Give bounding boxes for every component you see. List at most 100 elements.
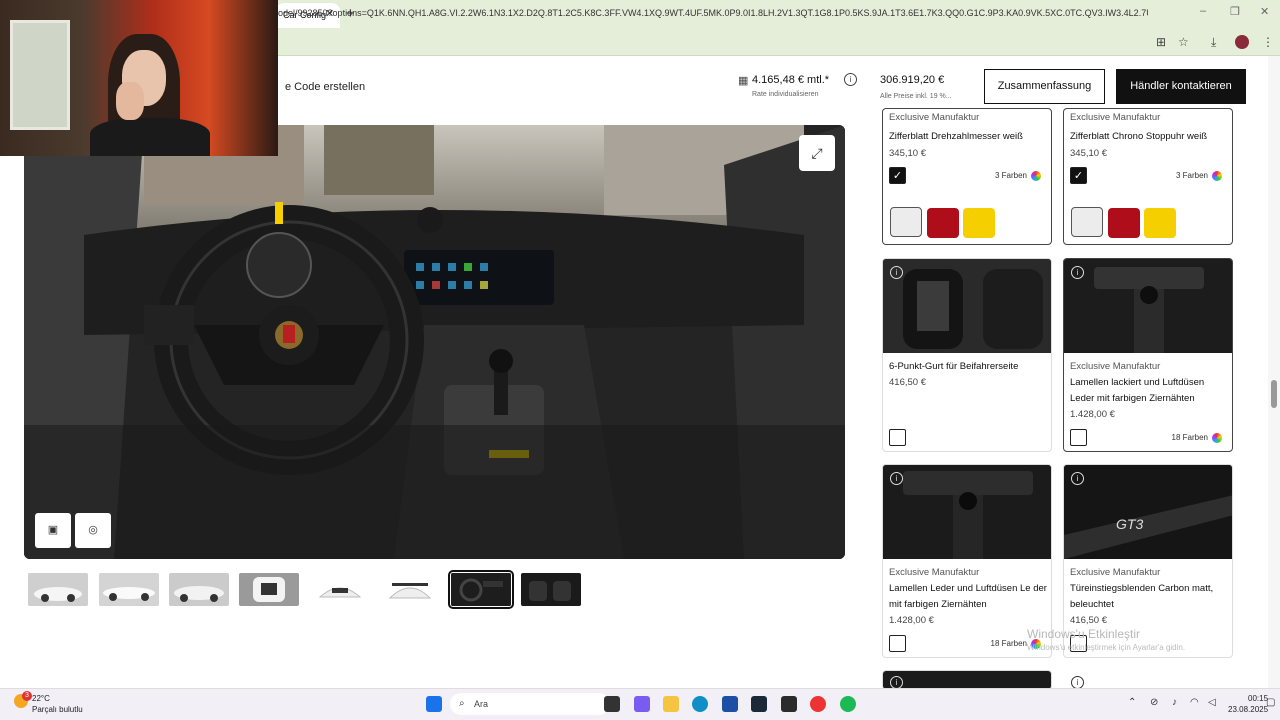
calculator-icon: ▦ — [738, 75, 749, 87]
weather-widget[interactable]: 22°C Parçalı bulutlu — [32, 693, 83, 715]
info-icon[interactable]: i — [844, 73, 857, 86]
swatch-white[interactable] — [1071, 207, 1103, 237]
task-view-icon[interactable] — [604, 696, 620, 712]
card-checkbox[interactable] — [1070, 429, 1087, 446]
color-count[interactable]: 18 Farben — [1172, 433, 1222, 443]
create-code-link[interactable]: e Code erstellen — [285, 81, 365, 93]
card-checkbox[interactable] — [889, 635, 906, 652]
card-checkbox[interactable] — [889, 429, 906, 446]
card-image — [1064, 259, 1232, 353]
card-title: Türeinstiegsblenden Carbon matt, beleuch… — [1070, 583, 1214, 610]
price-note: Alle Preise inkl. 19 %... — [880, 93, 952, 100]
card-image — [883, 259, 1051, 353]
color-wheel-icon — [1031, 171, 1041, 181]
card-category: Exclusive Manufaktur — [1070, 112, 1161, 123]
swatch-yellow[interactable] — [1144, 208, 1176, 238]
card-title: Lamellen lackiert und Luftdüsen Leder mi… — [1070, 377, 1205, 404]
thumbnail-8[interactable] — [521, 573, 581, 606]
card-title: Zifferblatt Chrono Stoppuhr weiß — [1070, 131, 1208, 142]
card-info-icon[interactable]: i — [890, 266, 903, 279]
monthly-rate: 4.165,48 € mtl.* — [752, 74, 830, 86]
card-category: Exclusive Manufaktur — [889, 112, 980, 123]
option-card-harness[interactable]: i 6-Punkt-Gurt für Beifahrerseite 416,50… — [882, 258, 1052, 452]
card-price: 1.428,00 € — [1070, 409, 1115, 420]
thumbnail-7-selected[interactable] — [448, 570, 514, 609]
tray-mic-icon[interactable]: ♪ — [1172, 697, 1177, 708]
summary-button[interactable]: Zusammenfassung — [984, 69, 1105, 104]
thumbnail-5[interactable] — [310, 573, 370, 606]
contact-dealer-button[interactable]: Händler kontaktieren — [1116, 69, 1246, 104]
interior-image — [24, 125, 845, 559]
window-close-icon[interactable]: ✕ — [1260, 5, 1269, 18]
activation-watermark-sub: Windows'u etkinleştirmek için Ayarlar'a … — [1027, 643, 1186, 652]
thumbnail-2[interactable] — [99, 573, 159, 606]
maximize-icon[interactable]: ❐ — [1230, 5, 1240, 18]
thumbnail-1[interactable] — [28, 573, 88, 606]
color-count[interactable]: 3 Farben — [995, 171, 1041, 181]
swatch-yellow[interactable] — [963, 208, 995, 238]
card-image: GT3 — [1064, 465, 1232, 559]
notification-icon[interactable]: ▢ — [1266, 697, 1275, 708]
card-info-icon[interactable]: i — [1071, 472, 1084, 485]
steam-icon[interactable] — [751, 696, 767, 712]
download-icon[interactable]: ⤓ — [1211, 35, 1216, 50]
edge-icon[interactable] — [692, 696, 708, 712]
card-price: 416,50 € — [889, 377, 926, 388]
tray-network-icon[interactable]: ⊘ — [1150, 697, 1158, 708]
spotify-icon[interactable] — [840, 696, 856, 712]
thumbnail-3[interactable] — [169, 573, 229, 606]
option-card-vents-painted[interactable]: i Exclusive Manufaktur Lamellen lackiert… — [1063, 258, 1233, 452]
card-checkbox-checked[interactable]: ✓ — [1070, 167, 1087, 184]
windows-start-icon[interactable] — [426, 696, 442, 712]
profile-avatar[interactable] — [1235, 35, 1249, 49]
chrome-icon[interactable] — [810, 696, 826, 712]
card-price: 345,10 € — [1070, 148, 1107, 159]
card-info-icon[interactable]: i — [1071, 266, 1084, 279]
camera-view-button[interactable]: ◎ — [75, 513, 111, 548]
color-wheel-icon — [1212, 433, 1222, 443]
swatch-white[interactable] — [890, 207, 922, 237]
card-category: Exclusive Manufaktur — [1070, 567, 1161, 578]
page-scrollbar[interactable] — [1268, 56, 1280, 688]
tray-wifi-icon[interactable]: ◠ — [1190, 697, 1199, 708]
tray-volume-icon[interactable]: ◁ — [1208, 697, 1216, 708]
system-clock[interactable]: 00:15 23.08.2025 — [1228, 693, 1268, 715]
option-card-next-2[interactable]: i — [1063, 670, 1233, 690]
webcam-overlay — [0, 0, 278, 156]
store-icon[interactable] — [722, 696, 738, 712]
rate-customize-link[interactable]: Rate individualisieren — [752, 91, 819, 98]
file-explorer-icon[interactable] — [663, 696, 679, 712]
swatch-red[interactable] — [1108, 208, 1140, 238]
thumbnail-4[interactable] — [239, 573, 299, 606]
fullscreen-button[interactable]: ⤢ — [799, 135, 835, 171]
screen: Car Config ✕ + – ❐ ✕ odel/992850?options… — [0, 0, 1280, 720]
url-field[interactable]: odel/992850?options=Q1K.6NN.QH1.A8G.VI.2… — [278, 8, 1148, 18]
card-title: Zifferblatt Drehzahlmesser weiß — [889, 131, 1023, 142]
bookmark-star-icon[interactable]: ☆ — [1178, 35, 1189, 49]
translate-icon[interactable]: ⊞ — [1156, 35, 1166, 49]
option-card-tach-dial[interactable]: Exclusive Manufaktur Zifferblatt Drehzah… — [882, 108, 1052, 245]
tray-chevron-icon[interactable]: ⌃ — [1128, 697, 1136, 708]
exterior-view-button[interactable]: ▣ — [35, 513, 71, 548]
card-image — [883, 465, 1051, 559]
taskbar-search[interactable]: Ara — [450, 693, 610, 715]
notification-badge: 3 — [22, 691, 32, 701]
page-scrollbar-thumb[interactable] — [1271, 380, 1277, 408]
obs-icon[interactable] — [781, 696, 797, 712]
card-category: Exclusive Manufaktur — [1070, 361, 1161, 372]
card-title: Lamellen Leder und Luftdüsen Le der mit … — [889, 583, 1047, 610]
thumbnail-6[interactable] — [380, 573, 440, 606]
card-title: 6-Punkt-Gurt für Beifahrerseite — [889, 361, 1019, 372]
option-card-chrono-dial[interactable]: Exclusive Manufaktur Zifferblatt Chrono … — [1063, 108, 1233, 245]
card-info-icon[interactable]: i — [890, 472, 903, 485]
activation-watermark-title: Windows'u Etkinleştir — [1027, 627, 1140, 641]
card-checkbox-checked[interactable]: ✓ — [889, 167, 906, 184]
color-count[interactable]: 3 Farben — [1176, 171, 1222, 181]
minimize-icon[interactable]: – — [1200, 5, 1206, 17]
color-wheel-icon — [1212, 171, 1222, 181]
card-price: 416,50 € — [1070, 615, 1107, 626]
option-card-next-1[interactable]: i — [882, 670, 1052, 690]
copilot-icon[interactable] — [634, 696, 650, 712]
swatch-red[interactable] — [927, 208, 959, 238]
browser-menu-icon[interactable]: ⋮ — [1262, 35, 1274, 49]
